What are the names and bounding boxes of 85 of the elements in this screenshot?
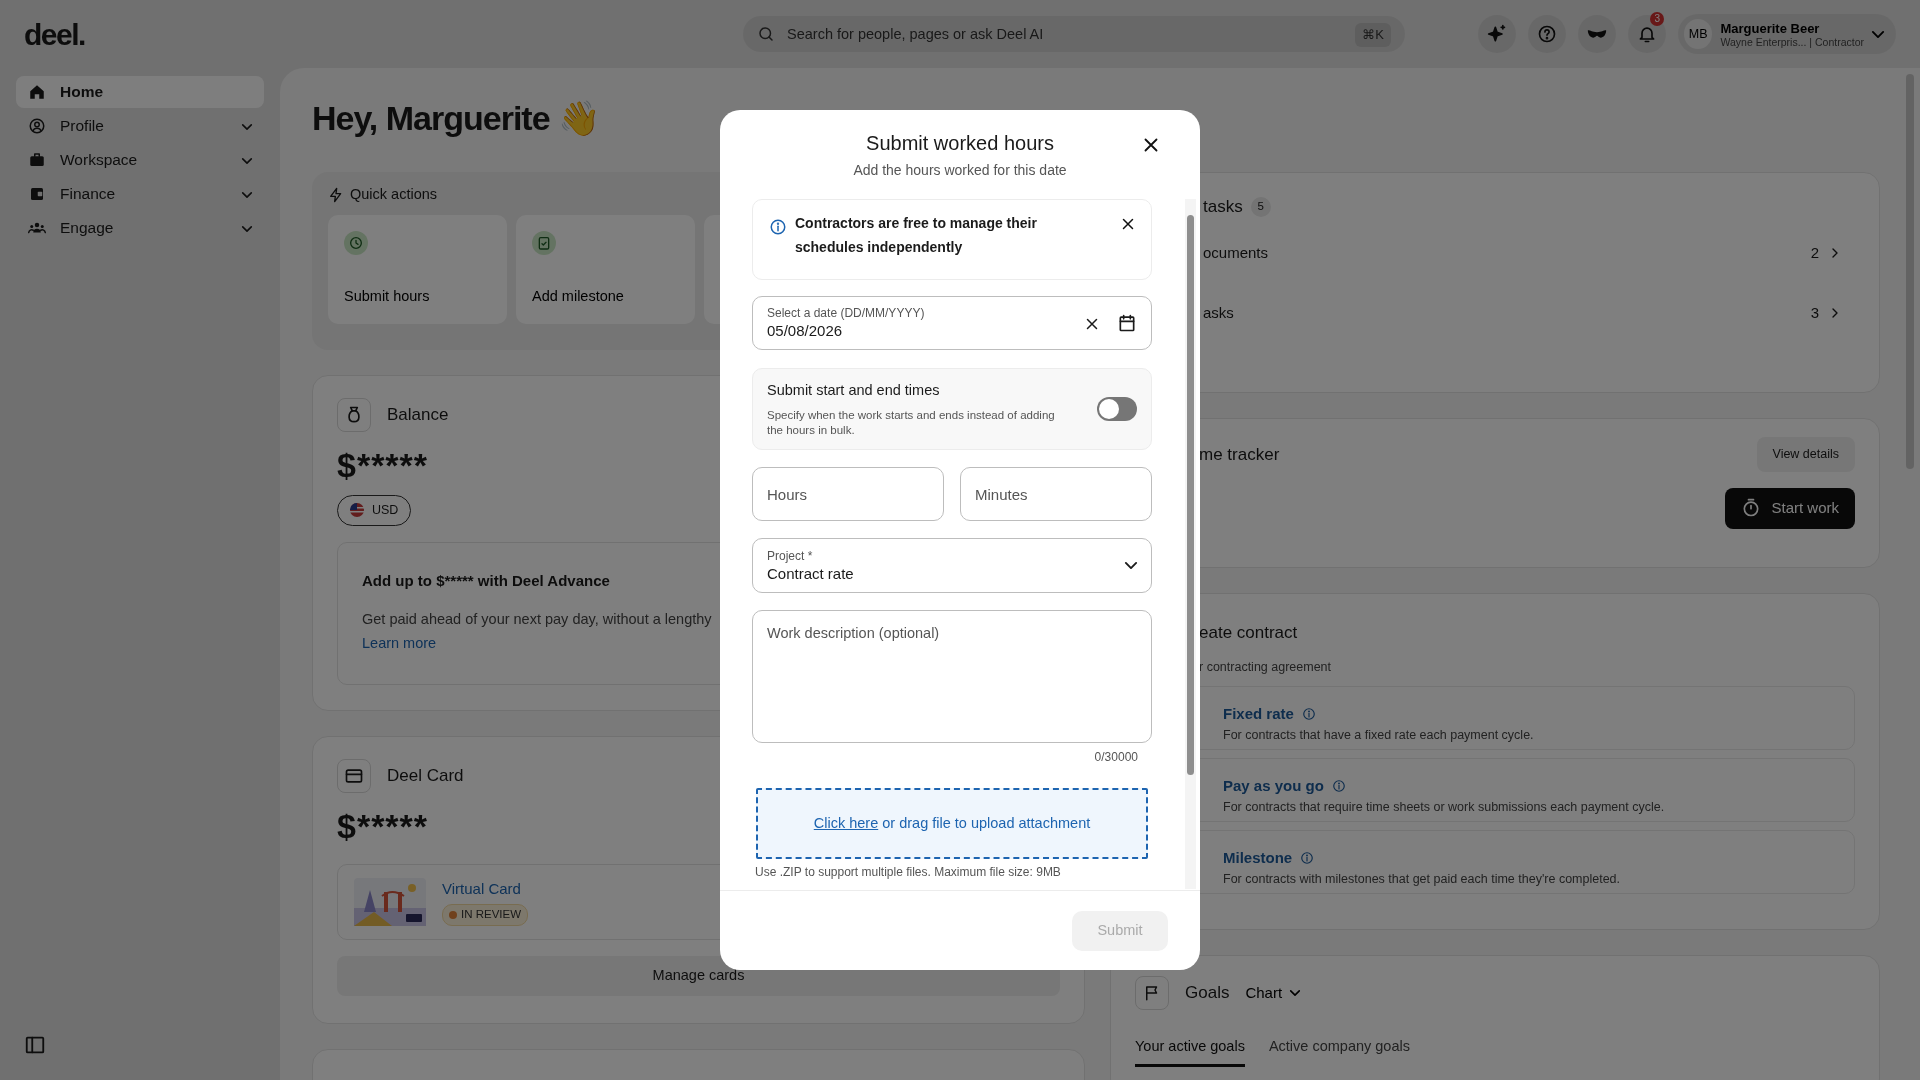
upload-dropzone[interactable]: Click here or drag file to upload attachment — [756, 788, 1148, 859]
greeting: Hey, Marguerite 👋 — [312, 99, 599, 137]
card-title: eate contract — [1199, 622, 1299, 644]
hours-field[interactable]: Hours — [752, 467, 944, 521]
dialog-subtitle: Add the hours worked for this date — [853, 161, 1067, 180]
currency-pill[interactable]: USD — [337, 495, 412, 526]
flag-icon — [350, 503, 364, 518]
action-tile[interactable]: Add milestone — [516, 214, 695, 324]
card-title: me tracker — [1199, 443, 1280, 466]
info-icon — [769, 217, 787, 236]
sidebar-item[interactable]: Engage — [16, 212, 264, 244]
user-circle-icon — [28, 117, 46, 135]
banner-text: Get paid ahead of your next pay day, without a lengthy — [362, 609, 712, 629]
toggle-switch[interactable] — [1097, 397, 1137, 421]
card-title: Goals — [1185, 982, 1230, 1005]
ai-button[interactable] — [1478, 15, 1516, 53]
bolt-icon — [328, 186, 344, 203]
action-tile[interactable]: Submit hours — [328, 214, 507, 324]
chevron-down-icon — [1125, 562, 1137, 569]
chevron-down-icon — [242, 124, 252, 131]
avatar: MB — [1684, 19, 1713, 49]
chevron-down-icon — [1872, 31, 1884, 39]
status-badge: IN REVIEW — [442, 904, 529, 926]
mask-button[interactable] — [1578, 15, 1616, 53]
task-row[interactable]: ocuments 2 — [1203, 223, 1843, 283]
alert-text: Contractors are free to manage their schedules independently — [795, 214, 1038, 257]
user-name: Marguerite Beer — [1720, 20, 1821, 36]
briefcase-icon — [28, 151, 46, 169]
task-row[interactable]: asks 3 — [1203, 283, 1843, 343]
info-icon — [1301, 707, 1316, 722]
card-title: tasks — [1203, 196, 1243, 219]
balance-amount: $***** — [337, 445, 429, 486]
card-amount: $***** — [337, 806, 429, 847]
logo[interactable]: deel. — [24, 17, 85, 51]
info-icon — [1331, 779, 1346, 794]
start-work-button[interactable]: Start work — [1725, 487, 1855, 529]
chevron-down-icon — [242, 192, 252, 199]
user-subtitle: Wayne Enterpris... | Contractor — [1720, 35, 1864, 48]
credit-card-icon — [344, 766, 364, 786]
card-subtitle: r contracting agreement — [1199, 658, 1332, 676]
shortcut-hint: ⌘K — [1355, 23, 1391, 47]
count-badge: 5 — [1250, 197, 1271, 217]
learn-more-link[interactable]: Learn more — [362, 634, 437, 651]
clipboard-check-icon — [536, 234, 552, 251]
notifications-button[interactable]: 3 — [1628, 15, 1666, 53]
virtual-card-link[interactable]: Virtual Card — [442, 877, 529, 901]
minutes-field[interactable]: Minutes — [960, 467, 1152, 521]
wallet-icon — [28, 185, 46, 203]
card-title: Balance — [387, 404, 449, 427]
help-button[interactable] — [1528, 15, 1566, 53]
card-title: Deel Card — [387, 765, 464, 788]
toggle-title: Submit start and end times — [767, 381, 941, 401]
notification-badge: 3 — [1650, 12, 1664, 26]
upload-note: Use .ZIP to support multiple files. Maximum file size: 9MB — [755, 864, 1062, 881]
home-icon — [28, 83, 46, 101]
goals-tab[interactable]: Active company goals — [1268, 1036, 1410, 1067]
profile-menu[interactable]: MB Marguerite Beer Wayne Enterpris... | Contractor — [1678, 14, 1896, 54]
project-select[interactable]: Project * Contract rate — [752, 538, 1152, 593]
scrollbar[interactable] — [1185, 199, 1196, 889]
sidebar-item[interactable]: Profile — [16, 110, 264, 142]
chevron-down-icon — [242, 226, 252, 233]
help-icon — [1537, 24, 1557, 44]
bell-icon — [1637, 24, 1657, 44]
search-icon — [757, 25, 775, 43]
character-counter: 0/30000 — [1094, 750, 1138, 764]
banner-title: Add up to $***** with Deel Advance — [362, 570, 610, 591]
sidebar-item[interactable]: Home — [16, 76, 264, 108]
toggle-description: Specify when the work starts and ends instead of adding the hours in bulk. — [767, 407, 1056, 438]
section-title: Quick actions — [350, 185, 438, 204]
calendar-icon — [1117, 313, 1137, 333]
view-details-button[interactable]: View details — [1756, 437, 1855, 472]
description-field[interactable]: Work description (optional) — [752, 610, 1152, 743]
clock-icon — [348, 234, 364, 251]
info-icon — [1300, 851, 1315, 866]
upload-link[interactable]: Click here — [813, 814, 879, 831]
sparkle-icon — [1487, 24, 1507, 44]
sidebar-item[interactable]: Workspace — [16, 144, 264, 176]
chevron-down-icon — [242, 158, 252, 165]
sidebar-item[interactable]: Finance — [16, 178, 264, 210]
dialog-title: Submit worked hours — [866, 131, 1054, 156]
view-dropdown[interactable]: Chart — [1245, 981, 1301, 1005]
goals-tab[interactable]: Your active goals — [1135, 1036, 1245, 1067]
upload-text: Click here or drag file to upload attachment — [813, 813, 1091, 833]
date-field[interactable]: Select a date (DD/MM/YYYY) 05/08/2026 — [752, 296, 1152, 350]
chevron-down-icon — [1290, 990, 1301, 996]
